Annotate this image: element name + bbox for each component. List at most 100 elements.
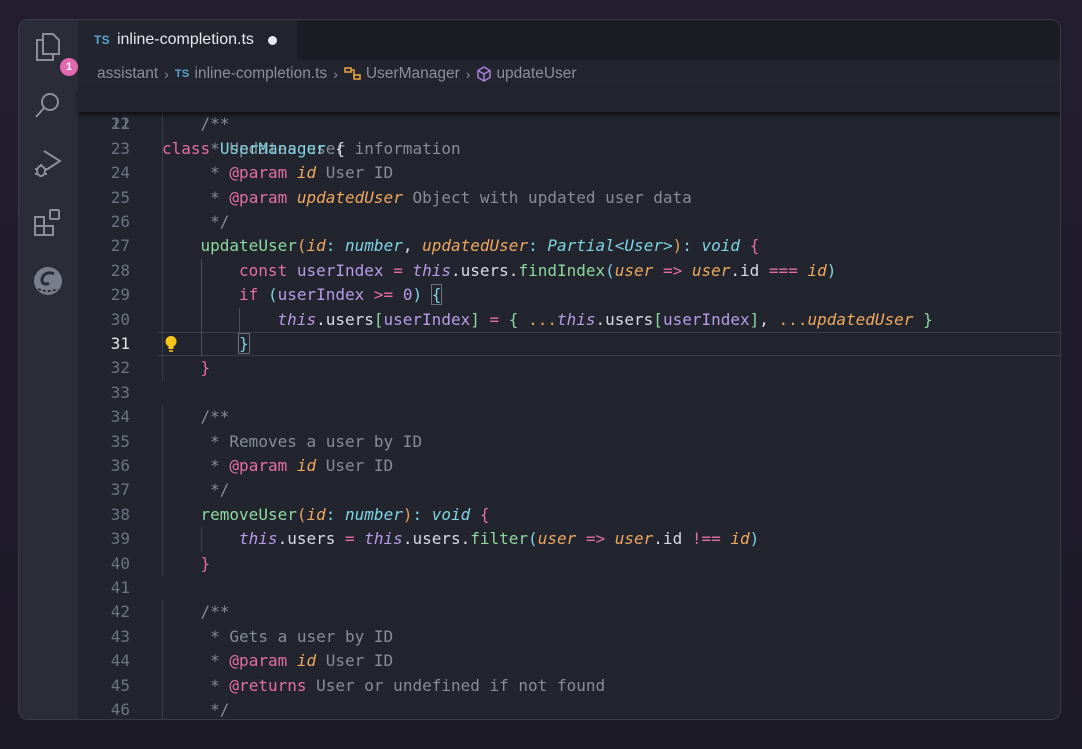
line-number: 25 [110,187,130,207]
explorer-button[interactable]: 1 [31,30,78,76]
typescript-icon: TS [94,33,110,47]
code-token: .users [316,309,374,329]
breadcrumb-folder[interactable]: assistant [97,65,158,83]
code-token: : [682,236,692,256]
code-line: } [201,552,211,576]
code-token: @param [229,163,288,183]
code-line-row[interactable]: 27 updateUser(id: number, updatedUser: Pa… [78,234,1060,258]
code-token: this [364,529,403,549]
line-number: 44 [110,651,130,671]
code-token: ) [826,260,837,280]
breadcrumb-method[interactable]: updateUser [496,65,576,83]
code-line-row[interactable]: 39 this.users = this.users.filter(user =>… [78,527,1060,551]
code-token: /** [200,114,230,134]
code-line-row[interactable]: 28 const userIndex = this.users.findIndex… [78,259,1060,283]
code-line-row[interactable]: 26 */ [78,210,1060,234]
method-icon [477,66,492,82]
assistant-button[interactable] [31,264,65,298]
code-line: * @param id User ID [201,649,393,673]
code-token: * Removes a user by ID [200,431,423,451]
code-line: * @param id User ID [201,454,393,478]
chevron-right-icon: › [164,66,169,82]
code-line-row[interactable]: 33 [78,381,1060,405]
code-token: id [730,529,750,549]
code-token: .users [277,529,345,549]
code-line-row[interactable]: 38 removeUser(id: number): void { [78,503,1060,527]
run-debug-button[interactable] [31,147,65,181]
code-token: User or undefined if not found [306,675,606,695]
tab-inline-completion[interactable]: TS inline-completion.ts [78,20,297,60]
unsaved-dot-icon[interactable] [267,35,277,45]
code-line-row[interactable]: 30 this.users[userIndex] = { ...this.user… [78,308,1060,332]
code-line-row[interactable]: 46 */ [78,698,1060,719]
code-line-row[interactable]: 31} [78,332,1060,356]
code-editor[interactable]: 11 class UserManager { 22/** 23 * Updates… [78,88,1060,719]
code-line: class UserManager { [162,137,345,161]
extensions-button[interactable] [31,206,65,240]
search-button[interactable] [31,88,65,122]
line-number: 28 [110,260,130,280]
code-token: * Gets a user by ID [200,626,394,646]
line-number: 41 [110,578,130,597]
code-line: /** [201,600,230,624]
code-line-row[interactable]: 41 [78,576,1060,600]
code-token: : [325,504,336,524]
code-token: .id [653,529,692,549]
editor-window: 1 TS inline-completion.ts assistant › TS… [18,19,1061,720]
code-line-row[interactable]: 22/** [78,112,1060,136]
sticky-scroll-line[interactable]: 11 class UserManager { [78,88,1060,158]
code-token: @param [229,651,288,671]
code-token: } [200,358,211,378]
code-line-row[interactable]: 40} [78,552,1060,576]
tab-bar: TS inline-completion.ts [78,20,1060,60]
line-number: 46 [110,700,130,719]
files-icon [36,33,60,61]
code-token: [ [373,309,384,329]
code-token: this [412,260,451,280]
chevron-right-icon: › [333,66,338,82]
code-line-row[interactable]: 25 * @param updatedUser Object with upda… [78,186,1060,210]
code-token: * [200,163,230,183]
code-token: ( [267,285,278,305]
code-line: } [238,332,250,356]
code-line-row[interactable]: 43 * Gets a user by ID [78,625,1060,649]
code-token: */ [200,480,230,500]
code-line-row[interactable]: 44 * @param id User ID [78,649,1060,673]
code-line: this.users = this.users.filter(user => u… [239,527,759,551]
code-line-row[interactable]: 24 * @param id User ID [78,161,1060,185]
code-line-row[interactable]: 45 * @returns User or undefined if not f… [78,674,1060,698]
code-token: id [306,236,326,256]
code-token: userIndex [277,285,365,305]
code-token: */ [200,212,230,231]
code-line-row[interactable]: 29 if (userIndex >= 0) { [78,283,1060,307]
code-token: .id [730,260,769,280]
tab-label: inline-completion.ts [116,31,254,48]
code-token: .users [595,309,654,329]
line-number: 38 [110,504,130,524]
breadcrumb-class[interactable]: UserManager [366,65,460,83]
code-line-row[interactable]: 37 */ [78,478,1060,502]
code-token: ) [412,285,423,305]
code-line: /** [201,405,230,429]
code-token: updatedUser [296,187,403,207]
code-line-row[interactable]: 36 * @param id User ID [78,454,1060,478]
code-token: >= [373,285,394,305]
code-line-row[interactable]: 34 /** [78,405,1060,429]
breadcrumb-file[interactable]: inline-completion.ts [195,65,328,83]
code-line-row[interactable]: 35 * Removes a user by ID [78,430,1060,454]
code-token: => [585,529,606,549]
code-line-row[interactable]: 32} [78,356,1060,380]
extensions-icon [34,209,60,236]
breadcrumb: assistant › TS inline-completion.ts › Us… [78,60,1060,88]
code-line-row[interactable]: 42 /** [78,600,1060,624]
